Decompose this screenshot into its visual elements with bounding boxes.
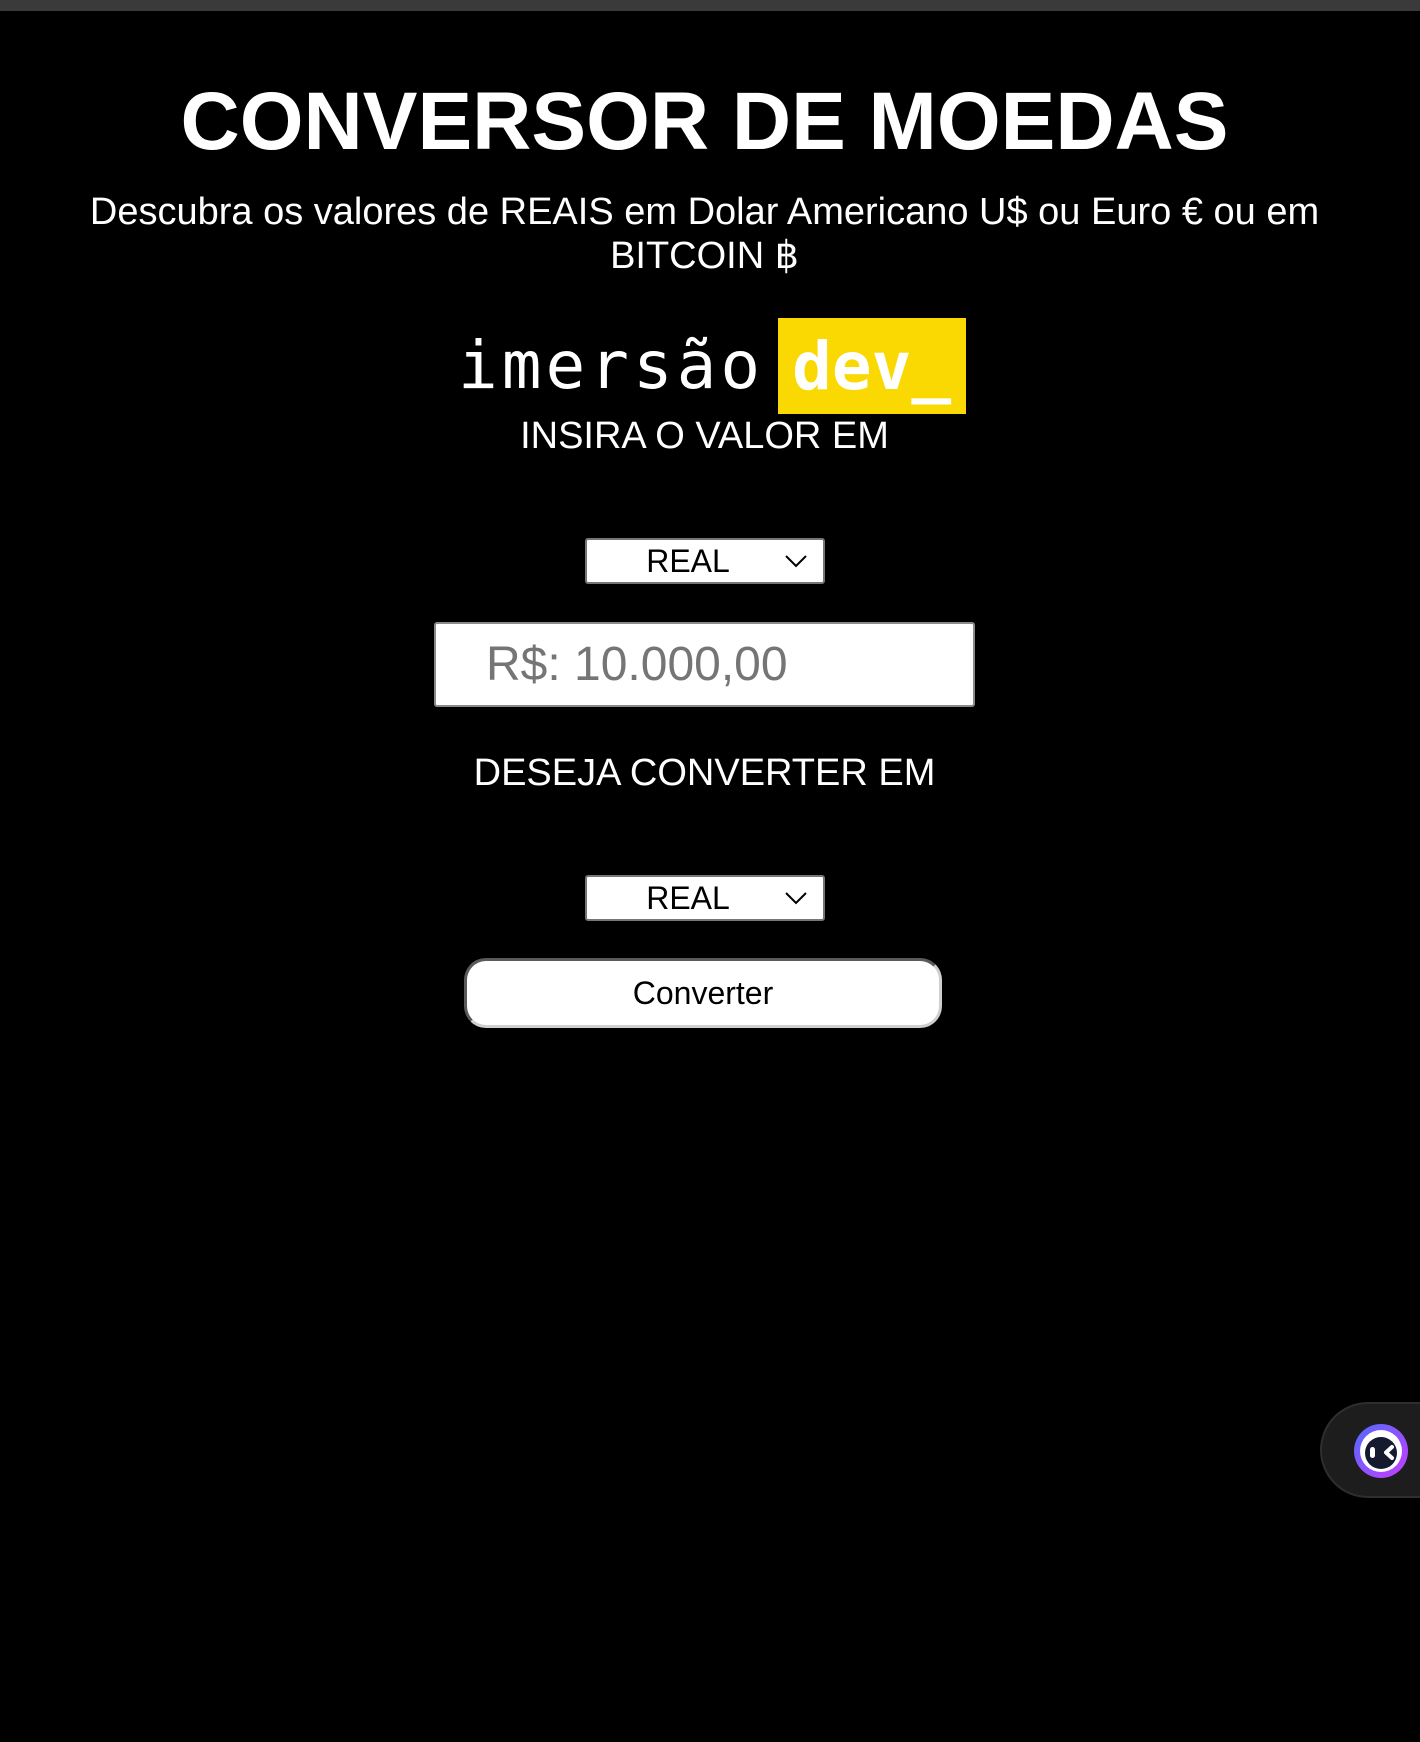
- assistant-face-icon: [1354, 1424, 1408, 1478]
- page-title: CONVERSOR DE MOEDAS: [180, 76, 1229, 167]
- page-subtitle: Descubra os valores de REAIS em Dolar Am…: [89, 191, 1320, 277]
- from-currency-select[interactable]: REAL: [585, 538, 825, 584]
- chevron-down-icon: [785, 555, 807, 568]
- to-currency-select[interactable]: REAL: [585, 875, 825, 921]
- convert-button[interactable]: Converter: [464, 958, 942, 1028]
- chevron-down-icon: [785, 892, 807, 905]
- imersao-dev-logo: imersão dev_: [458, 318, 967, 414]
- assistant-widget[interactable]: [1320, 1402, 1420, 1498]
- from-currency-label: INSIRA O VALOR EM: [520, 415, 889, 457]
- to-currency-label: DESEJA CONVERTER EM: [473, 752, 936, 794]
- logo-badge: dev_: [778, 318, 967, 414]
- logo-word: imersão: [458, 327, 765, 404]
- amount-input[interactable]: [434, 622, 975, 707]
- page: CONVERSOR DE MOEDAS Descubra os valores …: [0, 0, 1420, 1742]
